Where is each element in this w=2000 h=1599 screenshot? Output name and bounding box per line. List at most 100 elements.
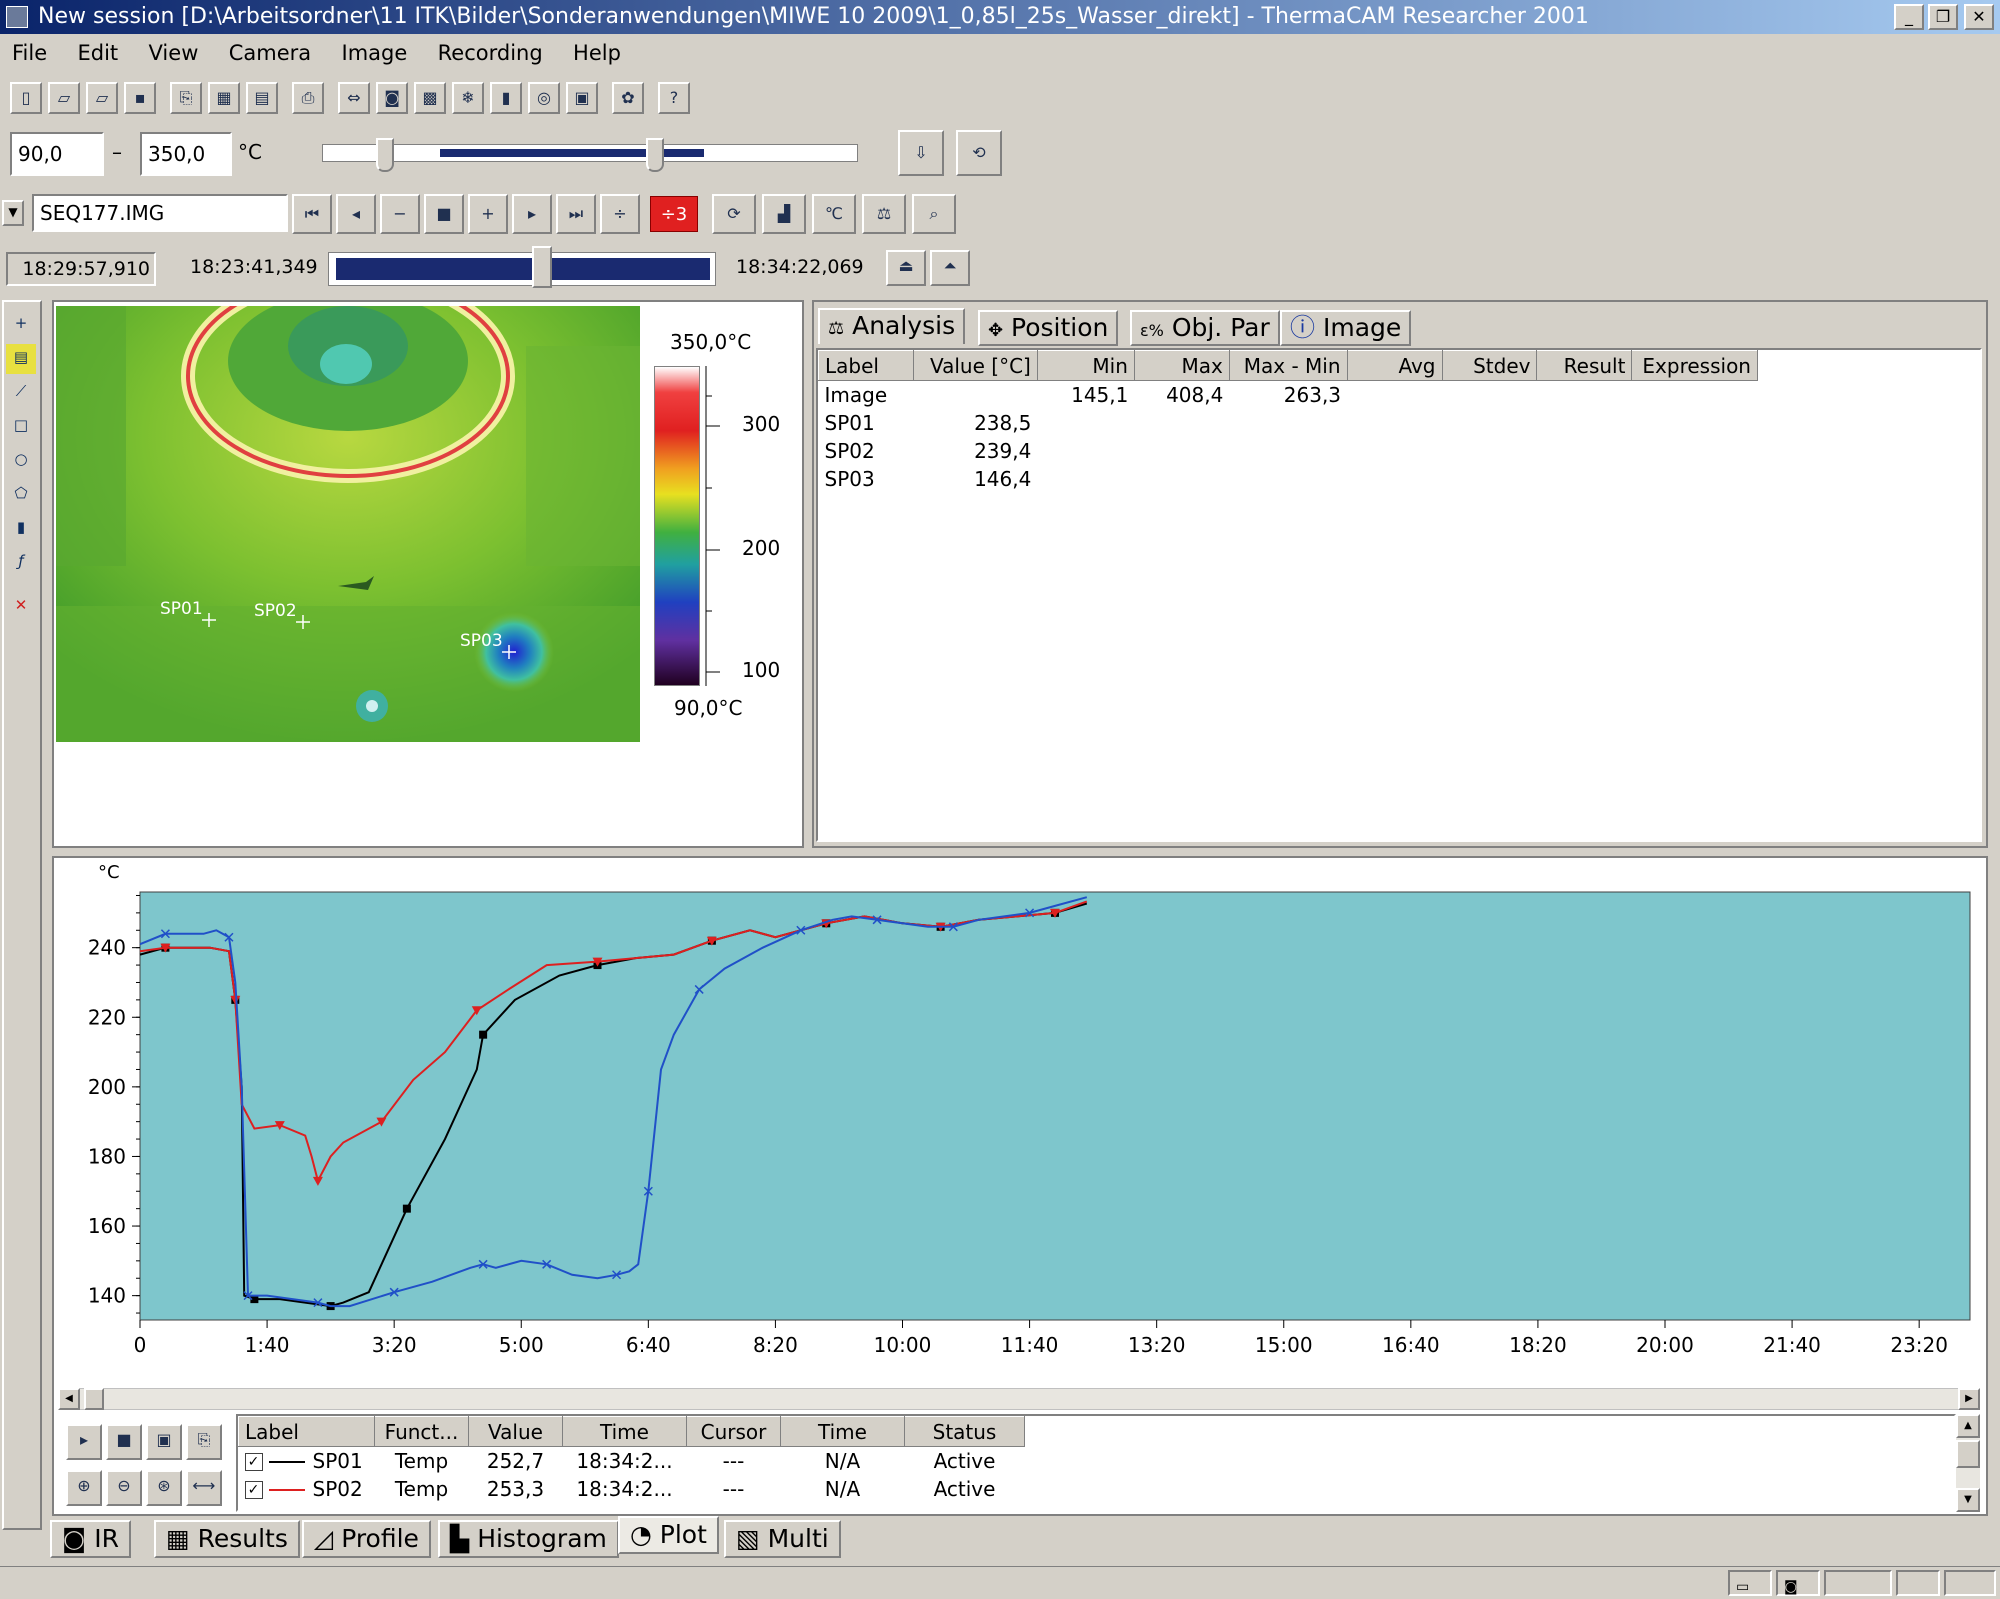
plot-legend-column-header[interactable]: Status <box>904 1416 1025 1447</box>
record-button[interactable]: ◎ <box>528 82 560 114</box>
next-frame-button[interactable]: ▸ <box>512 194 552 234</box>
legend-scroll-thumb[interactable] <box>1956 1440 1980 1468</box>
formula-tool-button[interactable]: ƒ <box>6 548 36 578</box>
restore-button[interactable]: ❐ <box>1928 4 1958 30</box>
plot-save-button[interactable]: ▣ <box>146 1424 182 1460</box>
print-button[interactable]: ⎙ <box>292 82 324 114</box>
range-max-handle[interactable] <box>646 138 664 172</box>
thermal-image[interactable]: SP01 SP02 SP03 <box>56 306 640 742</box>
menu-view[interactable]: View <box>137 36 211 70</box>
palette-select-button[interactable]: ▟ <box>762 194 806 234</box>
auto-adjust-button[interactable]: ⇩ <box>898 130 944 176</box>
paste-button[interactable]: ▤ <box>246 82 278 114</box>
settings-button[interactable]: ▣ <box>566 82 598 114</box>
series-visible-checkbox[interactable]: ✓ <box>244 1453 263 1472</box>
zoom-out-button[interactable]: ⊖ <box>106 1470 142 1506</box>
adjust-button[interactable]: ⚖ <box>862 194 906 234</box>
scroll-right-button[interactable]: ▶ <box>1958 1388 1980 1410</box>
tab-position[interactable]: ✥ Position <box>978 310 1119 346</box>
stop-button[interactable]: ■ <box>424 194 464 234</box>
analysis-row[interactable]: SP01 238,5 <box>819 409 1758 437</box>
bottom-tab-multi[interactable]: ▧ Multi <box>724 1520 841 1558</box>
analysis-column-header[interactable]: Stdev <box>1441 350 1538 381</box>
menu-recording[interactable]: Recording <box>426 36 555 70</box>
range-max-field[interactable]: 350,0 <box>140 132 232 176</box>
freeze-button[interactable]: ❄ <box>452 82 484 114</box>
step-size-button[interactable]: ÷ <box>600 194 640 234</box>
new-button[interactable]: ▯ <box>10 82 42 114</box>
plot-legend-column-header[interactable]: Label <box>238 1416 375 1447</box>
range-min-field[interactable]: 90,0 <box>10 132 104 176</box>
step-forward-button[interactable]: + <box>468 194 508 234</box>
sequence-file-field[interactable]: SEQ177.IMG <box>32 194 288 232</box>
tab-image[interactable]: ⓘ Image <box>1280 310 1412 346</box>
delete-tool-button[interactable]: ✕ <box>6 592 36 622</box>
plot-scrollbar[interactable] <box>58 1388 1980 1410</box>
set-end-button[interactable]: ⏶ <box>930 250 970 286</box>
plot-legend-column-header[interactable]: Time <box>562 1416 687 1447</box>
analysis-column-header[interactable]: Expression <box>1631 350 1758 381</box>
set-start-button[interactable]: ⏏ <box>886 250 926 286</box>
series-visible-checkbox[interactable]: ✓ <box>244 1481 263 1499</box>
analysis-column-header[interactable]: Result <box>1536 350 1633 381</box>
copy-button[interactable]: ⎘ <box>170 82 202 114</box>
timeline-handle[interactable] <box>531 246 552 288</box>
bottom-tab-profile[interactable]: ◿ Profile <box>302 1520 431 1558</box>
analysis-column-header[interactable]: Max <box>1133 350 1230 381</box>
bottom-tab-results[interactable]: ▦ Results <box>154 1520 300 1558</box>
color-button[interactable]: ✿ <box>612 82 644 114</box>
refresh-button[interactable]: ⟳ <box>712 194 756 234</box>
continuous-adjust-button[interactable]: ⟲ <box>956 130 1002 176</box>
bottom-tab-ir[interactable]: ◙ IR <box>50 1520 131 1558</box>
menu-edit[interactable]: Edit <box>66 36 131 70</box>
palette-button[interactable]: ▩ <box>414 82 446 114</box>
analysis-row[interactable]: SP03 146,4 <box>819 465 1758 493</box>
zoom-in-button[interactable]: ⊕ <box>66 1470 102 1506</box>
pan-button[interactable]: ⟷ <box>186 1470 222 1506</box>
open-button[interactable]: ▱ <box>48 82 80 114</box>
menu-image[interactable]: Image <box>330 36 420 70</box>
analysis-column-header[interactable]: Value [°C] <box>912 350 1038 381</box>
app-icon[interactable] <box>6 6 28 28</box>
step-back-button[interactable]: − <box>380 194 420 234</box>
plot-legend-column-header[interactable]: Funct... <box>374 1416 469 1447</box>
zoom-fit-button[interactable]: ⊛ <box>146 1470 182 1506</box>
plot-copy-button[interactable]: ⎘ <box>186 1424 222 1460</box>
scroll-left-button[interactable]: ◀ <box>58 1388 80 1410</box>
plot-legend-column-header[interactable]: Value <box>468 1416 563 1447</box>
step-counter[interactable]: ÷3 <box>650 196 698 232</box>
image-size-button[interactable]: ⇔ <box>338 82 370 114</box>
analysis-column-header[interactable]: Label <box>818 350 914 381</box>
first-frame-button[interactable]: ⏮ <box>292 194 332 234</box>
minimize-button[interactable]: _ <box>1894 4 1924 30</box>
text-tool-button[interactable]: ▤ <box>6 344 36 374</box>
legend-scroll-up[interactable]: ▲ <box>1956 1414 1980 1438</box>
circle-tool-button[interactable]: ○ <box>6 446 36 476</box>
bottom-tab-histogram[interactable]: ▙ Histogram <box>438 1520 619 1558</box>
tab-analysis[interactable]: ⚖ Analysis <box>818 308 966 344</box>
analysis-row[interactable]: SP02 239,4 <box>819 437 1758 465</box>
menu-file[interactable]: File <box>0 36 59 70</box>
isotherm-tool-button[interactable]: ▮ <box>6 514 36 544</box>
analysis-row[interactable]: Image 145,1 408,4 263,3 <box>819 381 1758 409</box>
plot-legend-row[interactable]: ✓ SP02 Temp 253,3 18:34:2... --- N/A Active <box>239 1475 1025 1503</box>
spot-tool-button[interactable]: + <box>6 310 36 340</box>
bottom-tab-plot[interactable]: ◔ Plot <box>618 1516 719 1554</box>
copy-data-button[interactable]: ▦ <box>208 82 240 114</box>
analysis-column-header[interactable]: Avg <box>1346 350 1443 381</box>
line-tool-button[interactable]: ⟋ <box>6 378 36 408</box>
plot-legend-column-header[interactable]: Time <box>780 1416 905 1447</box>
analysis-column-header[interactable]: Min <box>1036 350 1135 381</box>
plot-legend-row[interactable]: ✓ SP01 Temp 252,7 18:34:2... --- N/A Active <box>239 1447 1025 1475</box>
sequence-dropdown-button[interactable]: ▼ <box>2 200 24 226</box>
tab-obj-par[interactable]: ε% Obj. Par <box>1130 310 1280 346</box>
menu-help[interactable]: Help <box>561 36 633 70</box>
polygon-tool-button[interactable]: ⬠ <box>6 480 36 510</box>
scroll-thumb[interactable] <box>84 1388 104 1410</box>
open-sequence-button[interactable]: ▱ <box>86 82 118 114</box>
prev-frame-button[interactable]: ◂ <box>336 194 376 234</box>
zoom-image-button[interactable]: ⌕ <box>912 194 956 234</box>
help-button[interactable]: ? <box>658 82 690 114</box>
close-button[interactable]: ✕ <box>1964 4 1994 30</box>
unit-convert-button[interactable]: ℃ <box>812 194 856 234</box>
